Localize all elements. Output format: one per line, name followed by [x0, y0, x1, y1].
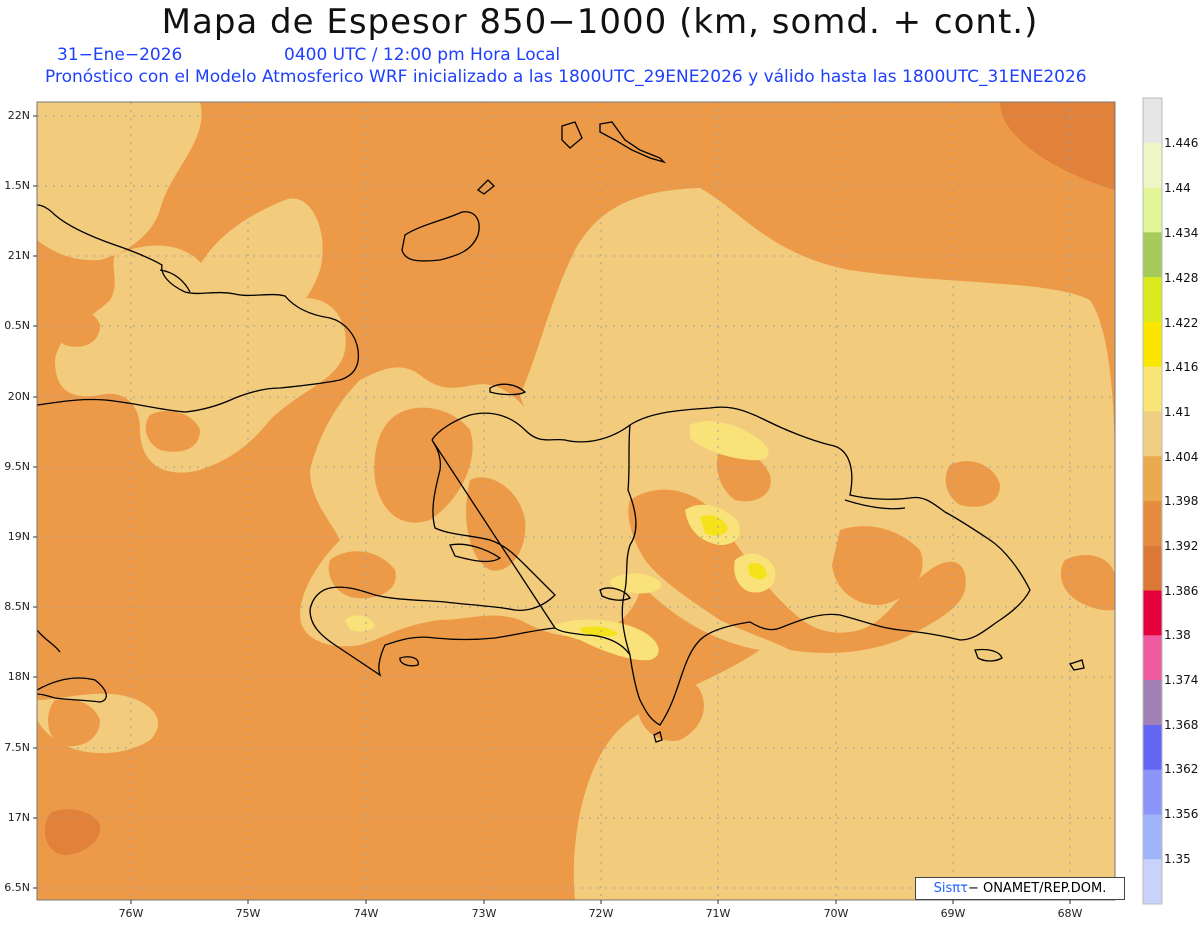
- legend-label: 1.428: [1164, 271, 1199, 285]
- lat-tick-label: 6.5N: [4, 881, 30, 894]
- legend-swatch: [1143, 277, 1162, 323]
- lat-tick-label: 19N: [7, 530, 30, 543]
- legend-swatch: [1143, 724, 1162, 771]
- lon-tick-label: 75W: [235, 907, 261, 920]
- lat-tick-label: 8.5N: [4, 600, 30, 613]
- legend-swatch: [1143, 411, 1162, 457]
- lon-tick-label: 73W: [471, 907, 497, 920]
- legend-swatch: [1143, 187, 1162, 233]
- legend-label: 1.374: [1164, 673, 1199, 687]
- legend-swatch: [1143, 456, 1162, 502]
- legend-label: 1.35: [1164, 852, 1191, 866]
- legend-label: 1.392: [1164, 539, 1199, 553]
- lat-tick-label: 18N: [7, 670, 30, 683]
- legend-label: 1.386: [1164, 584, 1199, 598]
- legend-swatch: [1143, 545, 1162, 592]
- legend-label: 1.398: [1164, 494, 1199, 508]
- legend-swatch: [1143, 590, 1162, 636]
- legend-swatch: [1143, 321, 1162, 368]
- legend-swatch: [1143, 98, 1162, 144]
- legend-swatch: [1143, 366, 1162, 412]
- legend-label: 1.368: [1164, 718, 1199, 732]
- legend-label: 1.422: [1164, 316, 1199, 330]
- legend-label: 1.38: [1164, 628, 1191, 642]
- legend-swatch: [1143, 680, 1162, 726]
- legend-swatch: [1143, 501, 1162, 547]
- legend-swatch: [1143, 814, 1162, 860]
- lat-tick-label: 7.5N: [4, 741, 30, 754]
- lat-tick-label: 9.5N: [4, 460, 30, 473]
- lat-tick-label: 0.5N: [4, 319, 30, 332]
- legend-label: 1.356: [1164, 807, 1199, 821]
- lat-tick-label: 22N: [7, 109, 30, 122]
- legend-swatch: [1143, 635, 1162, 681]
- lon-tick-label: 70W: [823, 907, 849, 920]
- legend-label: 1.44: [1164, 181, 1191, 195]
- legend-label: 1.404: [1164, 450, 1199, 464]
- lat-tick-label: 21N: [7, 249, 30, 262]
- legend-colorbar: [1142, 97, 1163, 905]
- legend-label: 1.41: [1164, 405, 1191, 419]
- lon-tick-label: 72W: [588, 907, 614, 920]
- credit-text: − ONAMET/REP.DOM.: [967, 881, 1107, 896]
- lon-tick-label: 68W: [1057, 907, 1083, 920]
- lat-tick-label: 20N: [7, 390, 30, 403]
- legend-label: 1.362: [1164, 762, 1199, 776]
- legend-swatch: [1143, 142, 1162, 189]
- lon-tick-label: 76W: [118, 907, 144, 920]
- thickness-map: [33, 97, 1163, 905]
- legend-swatch: [1143, 859, 1162, 905]
- legend-label: 1.434: [1164, 226, 1199, 240]
- lon-tick-label: 71W: [705, 907, 731, 920]
- lat-tick-label: 17N: [7, 811, 30, 824]
- lon-tick-label: 69W: [940, 907, 966, 920]
- credit-box: Sisπτ− ONAMET/REP.DOM.: [915, 877, 1125, 900]
- lon-tick-label: 74W: [353, 907, 379, 920]
- legend-swatch: [1143, 769, 1162, 815]
- sispi-logo: Sisπτ: [933, 881, 968, 896]
- lat-tick-label: 1.5N: [4, 179, 30, 192]
- legend-label: 1.446: [1164, 136, 1199, 150]
- legend-swatch: [1143, 232, 1162, 278]
- legend-label: 1.416: [1164, 360, 1199, 374]
